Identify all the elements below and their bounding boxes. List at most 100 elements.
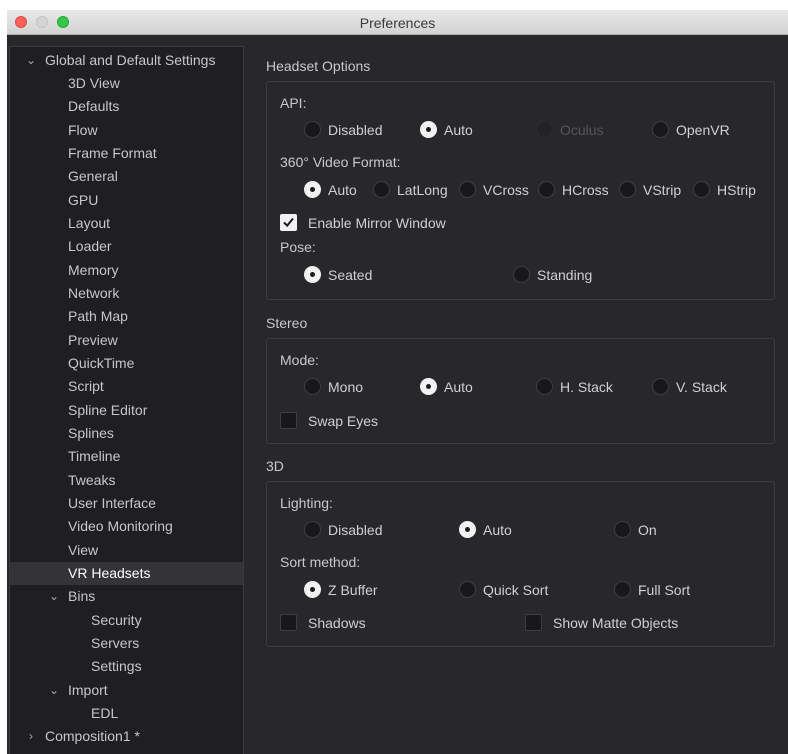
- tree-item-label: Memory: [68, 262, 119, 278]
- api-label: API:: [280, 95, 307, 111]
- tree-item-video-monitoring[interactable]: Video Monitoring: [10, 515, 243, 538]
- radio-indicator: [420, 121, 437, 138]
- tree-item-import[interactable]: ⌄ Import: [10, 679, 243, 702]
- tree-item-security[interactable]: Security: [10, 609, 243, 632]
- radio-indicator: [304, 121, 321, 138]
- headset-options-group: API: Disabled Auto Oculus OpenVR 360° Vi…: [266, 81, 775, 300]
- tree-item-flow[interactable]: Flow: [10, 119, 243, 142]
- tree-item-bins[interactable]: ⌄ Bins: [10, 585, 243, 608]
- tree-item-label: Defaults: [68, 98, 120, 114]
- tree-item-settings[interactable]: Settings: [10, 655, 243, 678]
- 3d-group: Lighting: Disabled Auto On Sort method: …: [266, 481, 775, 647]
- radio-label: Full Sort: [638, 582, 691, 598]
- tree-item-view[interactable]: View: [10, 539, 243, 562]
- tree-item-spline-editor[interactable]: Spline Editor: [10, 399, 243, 422]
- tree-item-timeline[interactable]: Timeline: [10, 445, 243, 468]
- radio-indicator: [459, 581, 476, 598]
- chevron-down-icon[interactable]: ⌄: [47, 679, 61, 702]
- radio-label: Auto: [483, 522, 512, 538]
- tree-item-3d-view[interactable]: 3D View: [10, 72, 243, 95]
- checkbox-label: Enable Mirror Window: [308, 215, 446, 231]
- radio-indicator: [536, 378, 553, 395]
- tree-item-quicktime[interactable]: QuickTime: [10, 352, 243, 375]
- pose-label: Pose:: [280, 239, 316, 255]
- radio-indicator: [536, 121, 553, 138]
- checkbox-box: [280, 412, 297, 429]
- radio-label: Auto: [444, 379, 473, 395]
- radio-label: Mono: [328, 379, 364, 395]
- radio-indicator: [304, 521, 321, 538]
- radio-indicator: [513, 266, 530, 283]
- radio-indicator: [693, 181, 710, 198]
- radio-indicator: [614, 581, 631, 598]
- tree-item-label: Video Monitoring: [68, 518, 173, 534]
- tree-item-defaults[interactable]: Defaults: [10, 95, 243, 118]
- sort-method-label: Sort method:: [280, 554, 361, 570]
- tree-item-path-map[interactable]: Path Map: [10, 305, 243, 328]
- tree-item-loader[interactable]: Loader: [10, 235, 243, 258]
- radio-indicator: [652, 378, 669, 395]
- tree-item-servers[interactable]: Servers: [10, 632, 243, 655]
- tree-item-layout[interactable]: Layout: [10, 212, 243, 235]
- video-format-label: 360° Video Format:: [280, 154, 401, 170]
- radio-indicator: [304, 581, 321, 598]
- lighting-label: Lighting:: [280, 495, 333, 511]
- tree-item-general[interactable]: General: [10, 165, 243, 188]
- 3d-title: 3D: [266, 458, 284, 474]
- tree-item-global-and-default-settings[interactable]: ⌄ Global and Default Settings: [10, 49, 243, 72]
- tree-item-frame-format[interactable]: Frame Format: [10, 142, 243, 165]
- chevron-right-icon[interactable]: ›: [24, 725, 38, 748]
- headset-options-title: Headset Options: [266, 58, 371, 74]
- settings-panel: Headset Options API: Disabled Auto Oculu…: [252, 46, 788, 754]
- radio-indicator: [304, 378, 321, 395]
- radio-label: VStrip: [643, 182, 682, 198]
- tree-item-composition1[interactable]: › Composition1 *: [10, 725, 243, 748]
- checkbox-label: Shadows: [308, 615, 366, 631]
- checkbox-box: [280, 614, 297, 631]
- chevron-down-icon[interactable]: ⌄: [47, 585, 61, 608]
- tree-item-label: Settings: [91, 658, 142, 674]
- checkbox-label: Swap Eyes: [308, 413, 379, 429]
- radio-label: Quick Sort: [483, 582, 549, 598]
- tree-item-label: View: [68, 542, 99, 558]
- tree-item-label: Splines: [68, 425, 114, 441]
- radio-label: Disabled: [328, 122, 383, 138]
- tree-item-label: Preview: [68, 332, 118, 348]
- window-title: Preferences: [359, 15, 436, 31]
- tree-item-memory[interactable]: Memory: [10, 259, 243, 282]
- tree-item-label: QuickTime: [68, 355, 135, 371]
- radio-indicator: [459, 181, 476, 198]
- stereo-group: Mode: Mono Auto H. Stack V. Stack Swap E…: [266, 338, 775, 444]
- tree-item-label: Path Map: [68, 308, 128, 324]
- tree-item-label: Flow: [68, 122, 98, 138]
- radio-indicator: [614, 521, 631, 538]
- checkbox-box: [525, 614, 542, 631]
- radio-label: HStrip: [717, 182, 756, 198]
- tree-item-gpu[interactable]: GPU: [10, 189, 243, 212]
- tree-item-splines[interactable]: Splines: [10, 422, 243, 445]
- tree-item-script[interactable]: Script: [10, 375, 243, 398]
- radio-label: V. Stack: [676, 379, 727, 395]
- radio-indicator: [619, 181, 636, 198]
- tree-item-label: Security: [91, 612, 142, 628]
- radio-label: LatLong: [397, 182, 448, 198]
- chevron-down-icon[interactable]: ⌄: [24, 49, 38, 72]
- tree-item-preview[interactable]: Preview: [10, 329, 243, 352]
- tree-item-edl[interactable]: EDL: [10, 702, 243, 725]
- tree-item-tweaks[interactable]: Tweaks: [10, 469, 243, 492]
- tree-item-label: Timeline: [68, 448, 121, 464]
- tree-item-label: General: [68, 168, 118, 184]
- tree-item-label: Script: [68, 378, 104, 394]
- tree-item-label: Composition1 *: [45, 728, 140, 744]
- tree-item-label: Layout: [68, 215, 111, 231]
- tree-item-label: Bins: [68, 588, 96, 604]
- preferences-window: Preferences ⌄ Global and Default Setting…: [7, 10, 788, 754]
- radio-label: On: [638, 522, 657, 538]
- stereo-title: Stereo: [266, 315, 308, 331]
- checkbox-box: [280, 214, 297, 231]
- tree-item-user-interface[interactable]: User Interface: [10, 492, 243, 515]
- radio-label: OpenVR: [676, 122, 730, 138]
- radio-label: Oculus: [560, 122, 604, 138]
- tree-item-vr-headsets[interactable]: VR Headsets: [10, 562, 243, 585]
- tree-item-network[interactable]: Network: [10, 282, 243, 305]
